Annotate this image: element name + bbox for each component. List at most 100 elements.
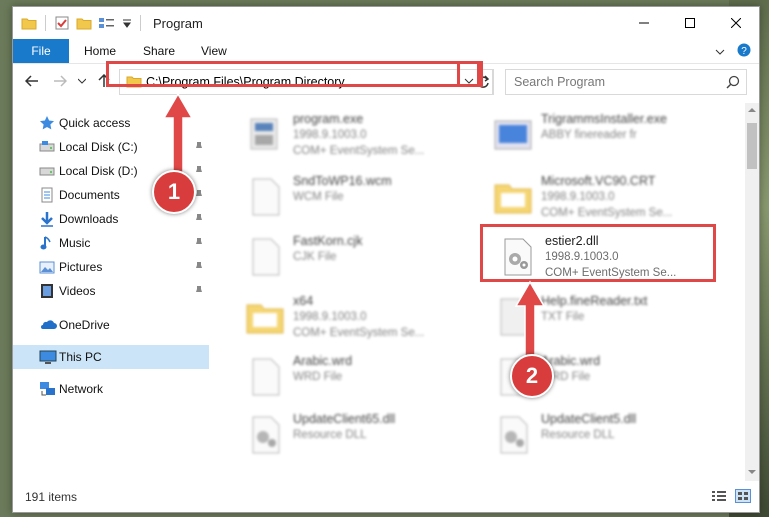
file-tile-updateclient65[interactable]: UpdateClient65.dll Resource DLL	[243, 409, 483, 461]
file-tile-updateclient5[interactable]: UpdateClient5.dll Resource DLL	[491, 409, 731, 461]
scrollbar-thumb[interactable]	[747, 123, 757, 169]
scroll-up-icon[interactable]	[748, 107, 756, 113]
videos-icon	[39, 283, 55, 299]
pin-icon[interactable]	[194, 285, 204, 300]
sidebar-item-onedrive[interactable]: OneDrive	[13, 313, 209, 337]
documents-icon	[39, 187, 55, 203]
tab-file[interactable]: File	[13, 39, 69, 63]
file-type: CJK File	[293, 251, 337, 263]
sidebar-item-label: Documents	[59, 188, 120, 202]
sidebar-item-label: OneDrive	[59, 318, 110, 332]
sidebar-item-label: This PC	[59, 350, 102, 364]
sidebar-item-label: Network	[59, 382, 104, 396]
pin-icon[interactable]	[194, 213, 204, 228]
exe-icon	[243, 113, 287, 157]
sidebar-item-videos[interactable]: Videos	[13, 279, 209, 303]
ribbon-right-controls: ?	[715, 43, 751, 60]
details-view-icon[interactable]	[711, 489, 727, 506]
file-description: ABBY finereader fr	[541, 129, 637, 141]
refresh-button-highlight	[457, 61, 483, 87]
file-type: Resource DLL	[293, 429, 367, 441]
installer-icon	[491, 113, 535, 157]
file-tile-program-exe[interactable]: program.exe 1998.9.1003.0 COM+ EventSyst…	[243, 109, 483, 161]
file-name: Microsoft.VC90.CRT	[541, 174, 656, 188]
file-type: WCM File	[293, 191, 344, 203]
folder-icon	[491, 175, 535, 219]
large-icons-view-icon[interactable]	[735, 489, 751, 506]
recent-locations-button[interactable]	[73, 72, 91, 90]
vertical-scrollbar[interactable]	[745, 103, 759, 481]
file-name: program.exe	[293, 112, 364, 126]
file-tile-trigramms-installer[interactable]: TrigrammsInstaller.exe ABBY finereader f…	[491, 109, 731, 161]
back-button[interactable]	[23, 72, 41, 90]
maximize-button[interactable]	[667, 7, 713, 39]
file-icon	[243, 235, 287, 279]
sidebar-item-label: Quick access	[59, 116, 131, 130]
file-name: Arabic.wrd	[293, 354, 353, 368]
file-description: COM+ EventSystem Se...	[293, 327, 425, 339]
dll-gear-icon	[491, 413, 535, 457]
sidebar-item-label: Downloads	[59, 212, 119, 226]
item-count: 191 items	[25, 490, 78, 504]
minimize-button[interactable]	[621, 7, 667, 39]
tab-home[interactable]: Home	[84, 39, 116, 63]
help-icon[interactable]: ?	[737, 43, 751, 60]
sidebar-item-label: Local Disk (C:)	[59, 140, 138, 154]
tab-view[interactable]: View	[201, 39, 227, 63]
pin-icon[interactable]	[194, 261, 204, 276]
chevron-down-icon[interactable]	[715, 45, 725, 59]
sidebar-item-music[interactable]: Music	[13, 231, 209, 255]
svg-text:?: ?	[741, 46, 747, 57]
music-icon	[39, 235, 55, 251]
status-bar: 191 items	[13, 481, 759, 512]
file-type: Resource DLL	[541, 429, 615, 441]
file-name: UpdateClient5.dll	[541, 412, 637, 426]
tab-share[interactable]: Share	[143, 39, 175, 63]
window-controls	[621, 7, 759, 39]
file-tile-fastkorn[interactable]: FastKorn.cjk CJK File	[243, 231, 483, 283]
customize-toolbar-icon[interactable]	[122, 18, 132, 28]
computer-icon	[39, 349, 57, 365]
estier2-dll-highlight	[480, 224, 716, 282]
address-bar-highlight	[106, 61, 480, 87]
properties-icon[interactable]	[54, 15, 70, 31]
drive-icon	[39, 139, 55, 155]
step-1-badge: 1	[152, 170, 196, 214]
file-version: 1998.9.1003.0	[541, 191, 615, 203]
new-folder-icon[interactable]	[76, 16, 92, 30]
file-name: Help.fineReader.txt	[541, 294, 648, 308]
pictures-icon	[39, 259, 55, 275]
search-input[interactable]: Search Program	[505, 69, 747, 95]
file-name: UpdateClient65.dll	[293, 412, 396, 426]
sidebar-item-label: Pictures	[59, 260, 103, 274]
scroll-down-icon[interactable]	[748, 469, 756, 475]
file-name: FastKorn.cjk	[293, 234, 363, 248]
view-toggle	[711, 489, 751, 506]
sidebar-item-label: Music	[59, 236, 91, 250]
sidebar-item-label: Local Disk (D:)	[59, 164, 138, 178]
step-2-badge: 2	[510, 354, 554, 398]
cloud-icon	[39, 317, 57, 333]
view-options-icon[interactable]	[98, 16, 116, 30]
close-button[interactable]	[713, 7, 759, 39]
drive-icon	[39, 163, 55, 179]
sidebar-item-pictures[interactable]: Pictures	[13, 255, 209, 279]
pin-icon[interactable]	[194, 237, 204, 252]
file-tile-microsoft-vc90-crt[interactable]: Microsoft.VC90.CRT 1998.9.1003.0 COM+ Ev…	[491, 171, 731, 223]
sidebar-item-this-pc[interactable]: This PC	[13, 345, 209, 369]
search-icon[interactable]	[726, 75, 740, 92]
file-version: 1998.9.1003.0	[293, 311, 367, 323]
file-list: program.exe 1998.9.1003.0 COM+ EventSyst…	[213, 103, 743, 481]
file-description: COM+ EventSystem Se...	[293, 145, 425, 157]
file-tile-sndtowp16[interactable]: SndToWP16.wcm WCM File	[243, 171, 483, 223]
sidebar-item-label: Videos	[59, 284, 96, 298]
file-type: WRD File	[293, 371, 343, 383]
forward-button[interactable]	[51, 72, 69, 90]
sidebar-item-network[interactable]: Network	[13, 377, 209, 401]
dll-gear-icon	[243, 413, 287, 457]
divider	[45, 15, 46, 31]
file-tile-x64[interactable]: x64 1998.9.1003.0 COM+ EventSystem Se...	[243, 291, 483, 343]
divider	[140, 15, 141, 31]
file-name: SndToWP16.wcm	[293, 174, 392, 188]
file-tile-arabic-wrd[interactable]: Arabic.wrd WRD File	[243, 351, 483, 403]
